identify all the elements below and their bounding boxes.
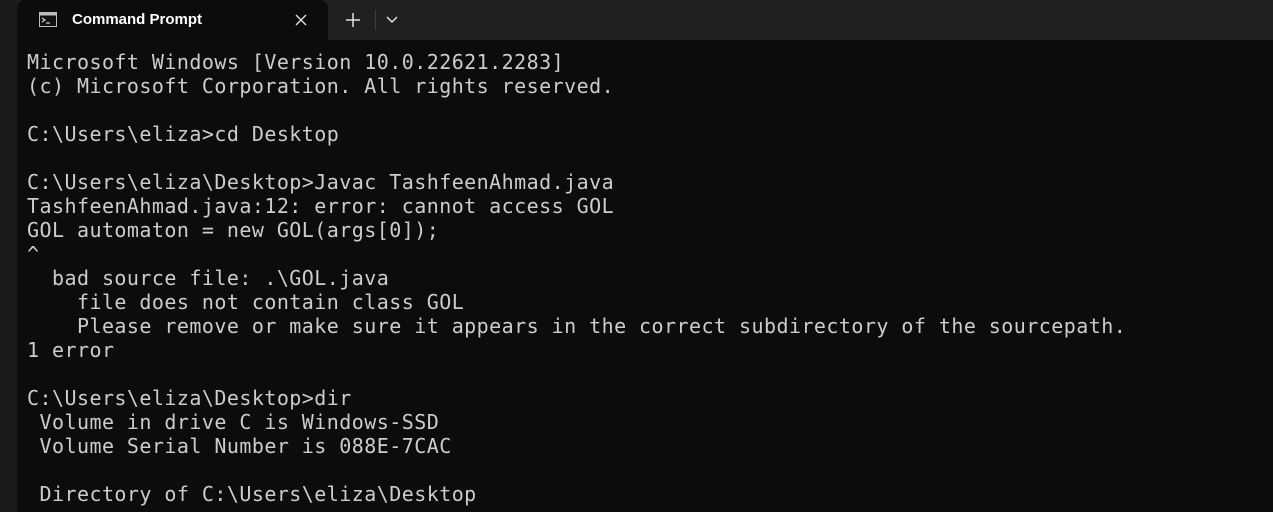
window-left-edge (0, 0, 17, 512)
terminal-line: TashfeenAhmad.java:12: error: cannot acc… (27, 194, 615, 218)
tab-title: Command Prompt (72, 11, 203, 28)
terminal-line: 1 error (27, 338, 115, 362)
terminal-line: bad source file: .\GOL.java (27, 266, 390, 290)
tab-dropdown-button[interactable] (380, 8, 404, 32)
chevron-down-icon (386, 16, 398, 24)
titlebar-divider (375, 10, 376, 30)
new-tab-button[interactable] (340, 8, 366, 32)
close-icon (295, 14, 307, 26)
terminal-line: ^ (27, 242, 40, 266)
title-bar: Command Prompt (0, 0, 1273, 40)
terminal-line: Directory of C:\Users\eliza\Desktop (27, 482, 477, 506)
terminal-line: GOL automaton = new GOL(args[0]); (27, 218, 440, 242)
terminal-line: Microsoft Windows [Version 10.0.22621.22… (27, 50, 565, 74)
terminal-line: file does not contain class GOL (27, 290, 465, 314)
tab-command-prompt[interactable]: Command Prompt (17, 0, 328, 40)
terminal-line: Please remove or make sure it appears in… (27, 314, 1127, 338)
command-prompt-icon (39, 12, 57, 27)
terminal-line: C:\Users\eliza\Desktop>dir (27, 386, 352, 410)
terminal-line: Volume in drive C is Windows-SSD (27, 410, 440, 434)
terminal-line: C:\Users\eliza\Desktop>Javac TashfeenAhm… (27, 170, 615, 194)
terminal-output[interactable]: Microsoft Windows [Version 10.0.22621.22… (27, 50, 1273, 512)
terminal-line: (c) Microsoft Corporation. All rights re… (27, 74, 615, 98)
plus-icon (346, 13, 360, 27)
close-tab-button[interactable] (289, 8, 313, 32)
terminal-line: Volume Serial Number is 088E-7CAC (27, 434, 452, 458)
terminal-line: C:\Users\eliza>cd Desktop (27, 122, 340, 146)
